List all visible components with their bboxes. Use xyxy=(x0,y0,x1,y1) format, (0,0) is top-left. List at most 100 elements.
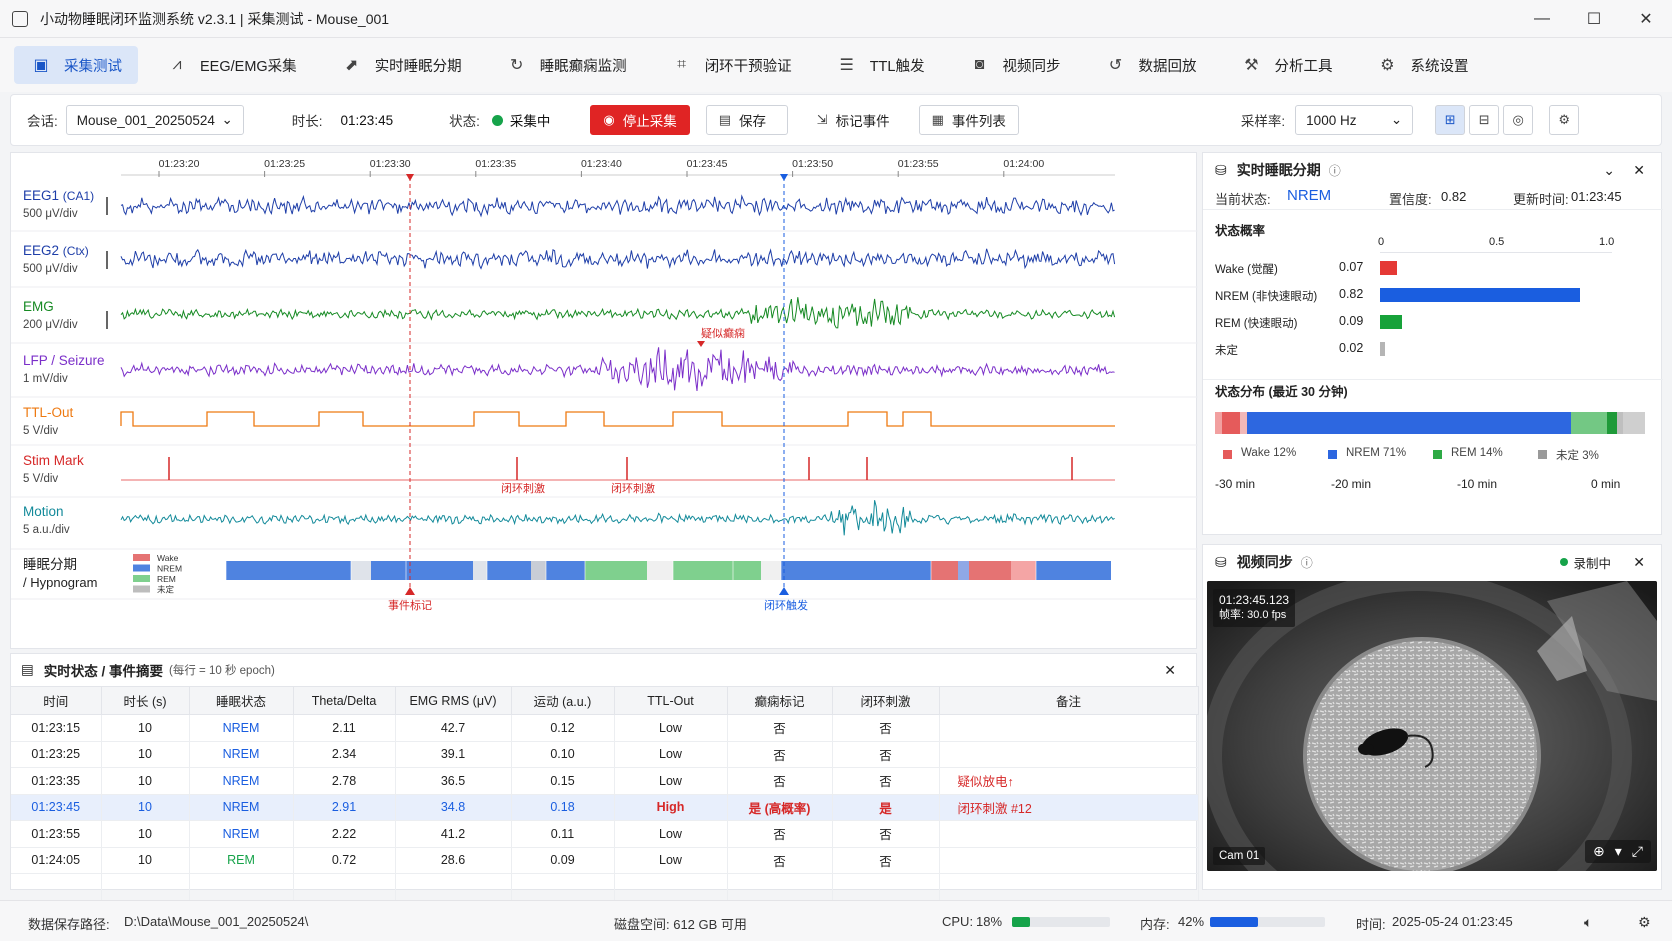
probability-label: NREM (非快速眼动) xyxy=(1215,291,1318,303)
column-header[interactable]: 运动 (a.u.) xyxy=(511,686,615,715)
table-icon: ▤ xyxy=(21,662,34,677)
time-value: 2025-05-24 01:23:45 xyxy=(1392,914,1513,929)
table-cell xyxy=(832,873,940,901)
legend-label: REM 14% xyxy=(1451,447,1503,459)
table-cell: Low xyxy=(614,767,728,795)
table-row[interactable]: 01:24:05 10 REM 0.72 28.6 0.09 Low 否否 xyxy=(11,847,1199,874)
confidence-label: 置信度: xyxy=(1389,192,1432,207)
menu-item-ttl[interactable]: ☰ TTL触发 xyxy=(820,46,941,84)
motion-trace xyxy=(120,500,1115,536)
probability-label: REM (快速眼动) xyxy=(1215,318,1298,330)
table-cell: 2.22 xyxy=(293,820,396,848)
hypnogram-segment xyxy=(733,561,761,580)
settings-icon[interactable]: ⚙ xyxy=(1638,914,1651,931)
menu-item-acquisition-test[interactable]: ▣ 采集测试 xyxy=(14,46,138,84)
event-summary-panel: ▤ 实时状态 / 事件摘要 (每行 = 10 秒 epoch) ✕ 时间 时长 (s… xyxy=(10,653,1199,901)
table-cell: 否 xyxy=(727,714,833,742)
column-header[interactable]: 时长 (s) xyxy=(101,686,190,715)
menu-item-video-sync[interactable]: ◙ 视频同步 xyxy=(952,46,1076,84)
menu-item-eeg-emg[interactable]: ⩘ EEG/EMG采集 xyxy=(150,46,313,84)
layout-view-icon[interactable]: ⊞ xyxy=(1435,105,1466,135)
table-row[interactable]: 01:23:15 10 NREM 2.11 42.7 0.12 Low 否否 xyxy=(11,714,1199,742)
table-cell: Low xyxy=(614,714,728,742)
stop-acquisition-button[interactable]: ◉ 停止采集 xyxy=(590,105,690,135)
table-cell: 0.10 xyxy=(511,741,615,768)
table-cell xyxy=(189,873,294,901)
table-cell: 否 xyxy=(832,714,940,742)
collapse-icon[interactable]: ⌄ xyxy=(1603,162,1615,179)
table-cell: REM xyxy=(189,847,294,874)
table-cell: 01:24:05 xyxy=(11,847,102,874)
toolbar-settings-icon[interactable]: ⚙ xyxy=(1549,105,1580,135)
trigger-marker-top xyxy=(780,174,788,181)
hypnogram-segment xyxy=(487,561,531,580)
column-header[interactable]: 闭环刺激 xyxy=(832,686,940,715)
split-view-icon[interactable]: ⊟ xyxy=(1469,105,1500,135)
channel-label-eeg1: EEG1 (CA1) 500 μV/div xyxy=(23,188,95,220)
info-icon[interactable]: ⓘ xyxy=(1301,554,1313,571)
annotation-label: 疑似癫痫 xyxy=(701,326,745,340)
mark-event-button[interactable]: ⇲ 标记事件 xyxy=(803,105,903,135)
column-header[interactable]: EMG RMS (μV) xyxy=(395,686,512,715)
menu-item-seizure-monitor[interactable]: ↻ 睡眠癫痫监测 xyxy=(490,46,643,84)
dist-axis-minus10: -10 min xyxy=(1457,477,1498,491)
camera-view[interactable]: 01:23:45.123 帧率: 30.0 fps Cam 01 ⊕ ▾ ⤢ xyxy=(1207,581,1657,871)
event-list-button[interactable]: ▦ 事件列表 xyxy=(918,105,1019,135)
info-icon[interactable]: ⓘ xyxy=(1329,162,1341,179)
session-select[interactable]: Mouse_001_20250524 ⌄ xyxy=(65,105,244,135)
table-cell: 0.09 xyxy=(511,847,615,874)
update-time-value: 01:23:45 xyxy=(1571,189,1622,204)
table-cell: 28.6 xyxy=(395,847,512,874)
menu-item-closed-loop[interactable]: ⌗ 闭环干预验证 xyxy=(655,46,808,84)
close-icon[interactable]: ✕ xyxy=(1164,662,1176,679)
zoom-in-icon[interactable]: ⊕ xyxy=(1593,843,1605,860)
column-header[interactable]: 备注 xyxy=(939,686,1199,715)
column-header[interactable]: TTL-Out xyxy=(614,686,728,715)
sample-rate-select[interactable]: 1000 Hz ⌄ xyxy=(1295,105,1414,135)
table-header-row: 时间 时长 (s) 睡眠状态 Theta/Delta EMG RMS (μV) 运动 (a… xyxy=(11,686,1199,715)
table-row[interactable]: 01:23:25 10 NREM 2.34 39.1 0.10 Low 否否 xyxy=(11,741,1199,768)
close-icon[interactable]: ✕ xyxy=(1633,162,1645,179)
column-header[interactable]: 癫痫标记 xyxy=(727,686,833,715)
volume-icon[interactable]: 🔈︎ xyxy=(1584,914,1592,931)
legend-label: 未定 3% xyxy=(1556,450,1599,462)
close-button[interactable]: ✕ xyxy=(1620,0,1672,38)
table-row[interactable]: 01:23:35 10 NREM 2.78 36.5 0.15 Low 否否疑似放电↑ xyxy=(11,767,1199,795)
cpu-usage-bar xyxy=(1012,917,1110,927)
save-path-value: D:\Data\Mouse_001_20250524\ xyxy=(124,914,309,929)
snapshot-icon[interactable]: ◎ xyxy=(1503,105,1534,135)
column-header[interactable]: 睡眠状态 xyxy=(189,686,294,715)
table-cell xyxy=(293,873,396,901)
table-cell: 36.5 xyxy=(395,767,512,795)
menu-item-sleep-staging[interactable]: ⬈ 实时睡眠分期 xyxy=(325,46,478,84)
menu-item-settings[interactable]: ⚙ 系统设置 xyxy=(1360,46,1484,84)
dropdown-icon[interactable]: ▾ xyxy=(1615,843,1622,860)
table-cell xyxy=(727,873,833,901)
legend-label: Wake 12% xyxy=(1241,447,1297,459)
event-marker-top xyxy=(406,174,414,181)
menu-item-analysis[interactable]: ⚒ 分析工具 xyxy=(1224,46,1348,84)
table-cell xyxy=(11,873,102,901)
save-button[interactable]: ▤ 保存 xyxy=(705,105,788,135)
fullscreen-icon[interactable]: ⤢ xyxy=(1632,843,1643,860)
table-row[interactable]: 01:23:45 10 NREM 2.91 34.8 0.18 High 是 (高概率) 是闭环… xyxy=(11,794,1199,821)
table-row[interactable]: 01:23:55 10 NREM 2.22 41.2 0.11 Low 否否 xyxy=(11,820,1199,848)
chart-icon: ⬈ xyxy=(344,57,359,74)
column-header[interactable]: Theta/Delta xyxy=(293,686,396,715)
signal-viewer[interactable]: 01:23:20 01:23:25 01:23:30 01:23:35 01:23:40… xyxy=(10,152,1198,649)
table-cell: NREM xyxy=(189,767,294,795)
menu-item-playback[interactable]: ↺ 数据回放 xyxy=(1088,46,1212,84)
sliders-icon: ☰ xyxy=(839,57,854,74)
time-tick-label: 01:23:50 xyxy=(792,158,833,170)
table-cell: 39.1 xyxy=(395,741,512,768)
memory-value: 42% xyxy=(1178,914,1205,929)
column-header[interactable]: 时间 xyxy=(11,686,102,715)
table-cell: 0.18 xyxy=(511,794,615,821)
time-tick-label: 01:23:25 xyxy=(264,158,305,170)
close-icon[interactable]: ✕ xyxy=(1633,554,1645,571)
minimize-button[interactable]: — xyxy=(1516,0,1568,38)
sleep-staging-panel: ⛁ 实时睡眠分期 ⓘ ⌄ ✕ 当前状态: NREM 置信度: 0.82 更新时间… xyxy=(1202,152,1663,535)
annotation-label: 闭环触发 xyxy=(764,598,808,612)
maximize-button[interactable]: ☐ xyxy=(1568,0,1620,38)
camera-label: Cam 01 xyxy=(1213,847,1266,865)
